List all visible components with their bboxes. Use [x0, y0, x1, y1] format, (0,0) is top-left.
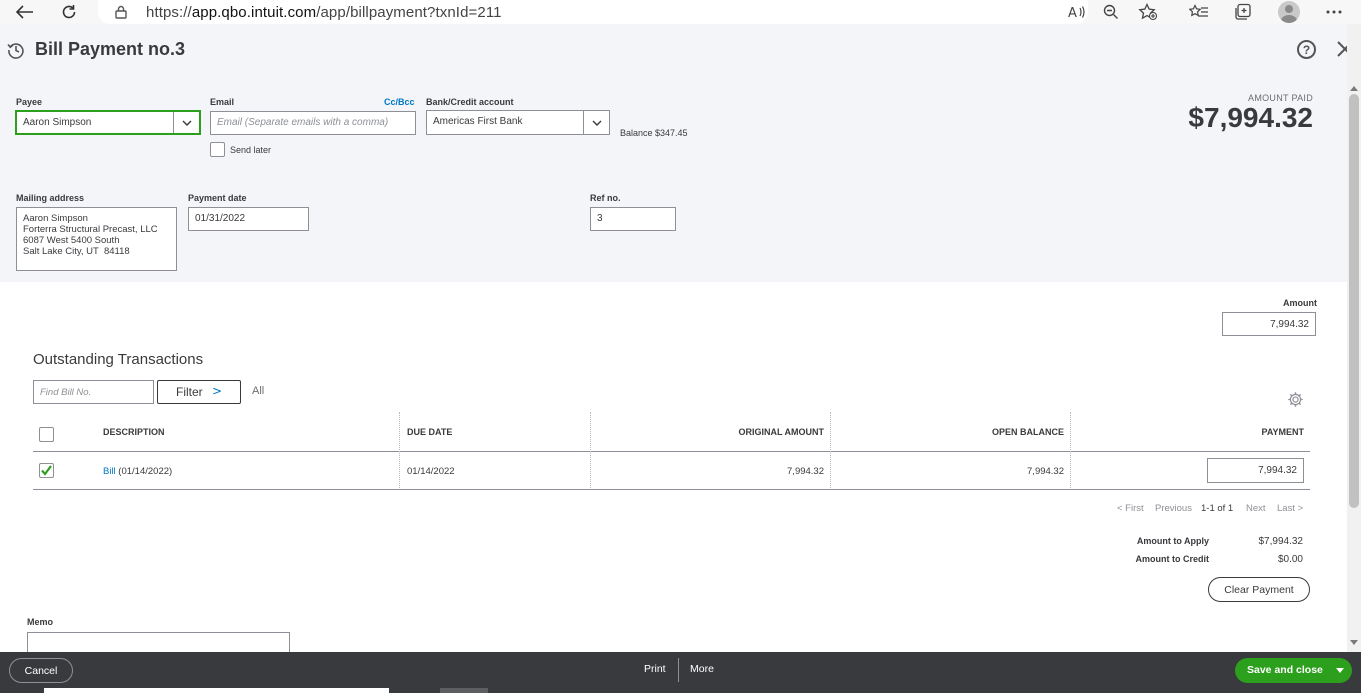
clear-payment-button[interactable]: Clear Payment: [1208, 577, 1310, 602]
url-prefix: https://: [146, 4, 192, 21]
payee-select[interactable]: Aaron Simpson: [15, 110, 201, 135]
send-later-checkbox[interactable]: [210, 142, 225, 157]
send-later-label: Send later: [230, 145, 272, 155]
page-title: Bill Payment no.3: [35, 39, 186, 59]
column-description[interactable]: DESCRIPTION: [103, 427, 165, 437]
bill-date-text: (01/14/2022): [115, 466, 173, 477]
browser-toolbar: https://app.qbo.intuit.com/app/billpayme…: [0, 0, 1361, 24]
amount-field[interactable]: 7,994.32: [1222, 312, 1316, 336]
cc-bcc-link[interactable]: Cc/Bcc: [384, 97, 415, 107]
column-original-amount[interactable]: ORIGINAL AMOUNT: [739, 427, 825, 437]
amount-to-apply-value: $7,994.32: [1258, 536, 1304, 547]
payee-value: Aaron Simpson: [23, 117, 92, 128]
bill-link[interactable]: Bill: [103, 466, 116, 477]
more-icon[interactable]: [1323, 2, 1345, 22]
row-due-date: 01/14/2022: [407, 466, 455, 477]
ref-no-field[interactable]: 3: [590, 207, 676, 231]
page-scrollbar[interactable]: [1347, 24, 1361, 652]
chevron-down-icon[interactable]: [173, 112, 199, 133]
column-payment[interactable]: PAYMENT: [1261, 427, 1304, 437]
address-bar[interactable]: https://app.qbo.intuit.com/app/billpayme…: [98, 0, 1088, 24]
svg-text:A: A: [1068, 6, 1077, 19]
find-bill-input[interactable]: Find Bill No.: [33, 380, 154, 404]
scroll-thumb[interactable]: [1349, 94, 1359, 508]
footer-bar: Cancel Print More Save and close: [0, 652, 1361, 693]
payment-date-label: Payment date: [188, 193, 247, 203]
payee-label: Payee: [16, 97, 43, 107]
read-aloud-icon[interactable]: A: [1066, 2, 1088, 22]
zoom-out-icon[interactable]: [1100, 2, 1122, 22]
refresh-icon[interactable]: [58, 2, 80, 22]
email-field[interactable]: Email (Separate emails with a comma): [210, 111, 416, 135]
filter-button[interactable]: Filter >: [157, 380, 241, 404]
row-open-balance: 7,994.32: [1027, 466, 1064, 477]
column-due-date[interactable]: DUE DATE: [407, 427, 452, 437]
scroll-down-arrow[interactable]: [1350, 640, 1358, 645]
bank-account-label: Bank/Credit account: [426, 97, 514, 107]
row-original-amount: 7,994.32: [787, 466, 824, 477]
mailing-address-field[interactable]: Aaron Simpson Forterra Structural Precas…: [16, 207, 177, 271]
payment-date-value: 01/31/2022: [195, 213, 246, 224]
table-header: DESCRIPTION DUE DATE ORIGINAL AMOUNT OPE…: [33, 412, 1310, 452]
pager-next[interactable]: Next: [1246, 503, 1266, 514]
outstanding-transactions-title: Outstanding Transactions: [33, 351, 204, 368]
memo-label: Memo: [27, 617, 54, 627]
profile-avatar[interactable]: [1278, 1, 1300, 23]
taskbar-strip: [440, 688, 488, 693]
bank-balance: Balance $347.45: [620, 128, 688, 138]
collections-icon[interactable]: [1232, 2, 1254, 22]
email-placeholder: Email (Separate emails with a comma): [217, 117, 389, 128]
cancel-button[interactable]: Cancel: [9, 658, 73, 683]
bank-account-select[interactable]: Americas First Bank: [426, 110, 610, 135]
save-and-close-button[interactable]: Save and close: [1235, 658, 1352, 683]
print-button[interactable]: Print: [644, 663, 666, 675]
pager-last[interactable]: Last >: [1277, 503, 1303, 514]
bank-account-value: Americas First Bank: [433, 116, 523, 127]
chevron-down-icon[interactable]: [583, 111, 609, 134]
column-open-balance[interactable]: OPEN BALANCE: [992, 427, 1064, 437]
payment-date-field[interactable]: 01/31/2022: [188, 207, 309, 231]
history-icon[interactable]: [7, 41, 25, 59]
gear-icon[interactable]: [1287, 391, 1304, 408]
chevron-right-icon: >: [212, 384, 223, 398]
amount-to-apply-label: Amount to Apply: [1136, 536, 1209, 546]
row-description: Bill (01/14/2022): [103, 466, 172, 477]
bill-payment-header: Bill Payment no.3 ? Payee Aaron Simpson …: [0, 24, 1353, 282]
pager-first[interactable]: < First: [1117, 503, 1144, 514]
url-host: app.qbo.intuit.com: [191, 4, 317, 21]
footer-divider: [678, 658, 679, 682]
favorites-icon[interactable]: [1188, 2, 1210, 22]
find-bill-placeholder: Find Bill No.: [40, 387, 92, 398]
checkmark-icon: [41, 465, 52, 476]
row-payment-input[interactable]: 7,994.32: [1207, 458, 1304, 483]
table-row: Bill (01/14/2022) 01/14/2022 7,994.32 7,…: [33, 452, 1310, 490]
row-checkbox[interactable]: [39, 463, 54, 478]
email-label: Email: [210, 97, 235, 107]
help-icon[interactable]: ?: [1297, 40, 1316, 59]
add-favorite-icon[interactable]: [1137, 2, 1159, 22]
amount-to-credit-value: $0.00: [1277, 554, 1303, 565]
pager-previous[interactable]: Previous: [1155, 503, 1192, 514]
pager-range: 1-1 of 1: [1201, 503, 1234, 514]
ref-no-label: Ref no.: [590, 193, 621, 203]
back-arrow-icon[interactable]: [14, 2, 36, 22]
url-text[interactable]: https://app.qbo.intuit.com/app/billpayme…: [146, 4, 502, 21]
scroll-up-arrow[interactable]: [1350, 86, 1358, 91]
amount-to-credit-label: Amount to Credit: [1135, 554, 1210, 564]
taskbar-strip: [44, 688, 389, 693]
amount-label: Amount: [1283, 298, 1317, 308]
select-all-checkbox[interactable]: [39, 427, 54, 442]
filter-all-label: All: [252, 385, 265, 397]
url-path: /app/billpayment?txnId=211: [316, 4, 502, 21]
lock-icon[interactable]: [115, 5, 127, 19]
chevron-down-icon[interactable]: [1336, 668, 1344, 673]
ref-no-value: 3: [597, 213, 603, 224]
more-button[interactable]: More: [690, 663, 714, 675]
amount-paid-value: $7,994.32: [1188, 102, 1313, 133]
mailing-address-label: Mailing address: [16, 193, 85, 203]
filter-label: Filter: [176, 385, 203, 399]
save-and-close-label: Save and close: [1247, 664, 1323, 676]
